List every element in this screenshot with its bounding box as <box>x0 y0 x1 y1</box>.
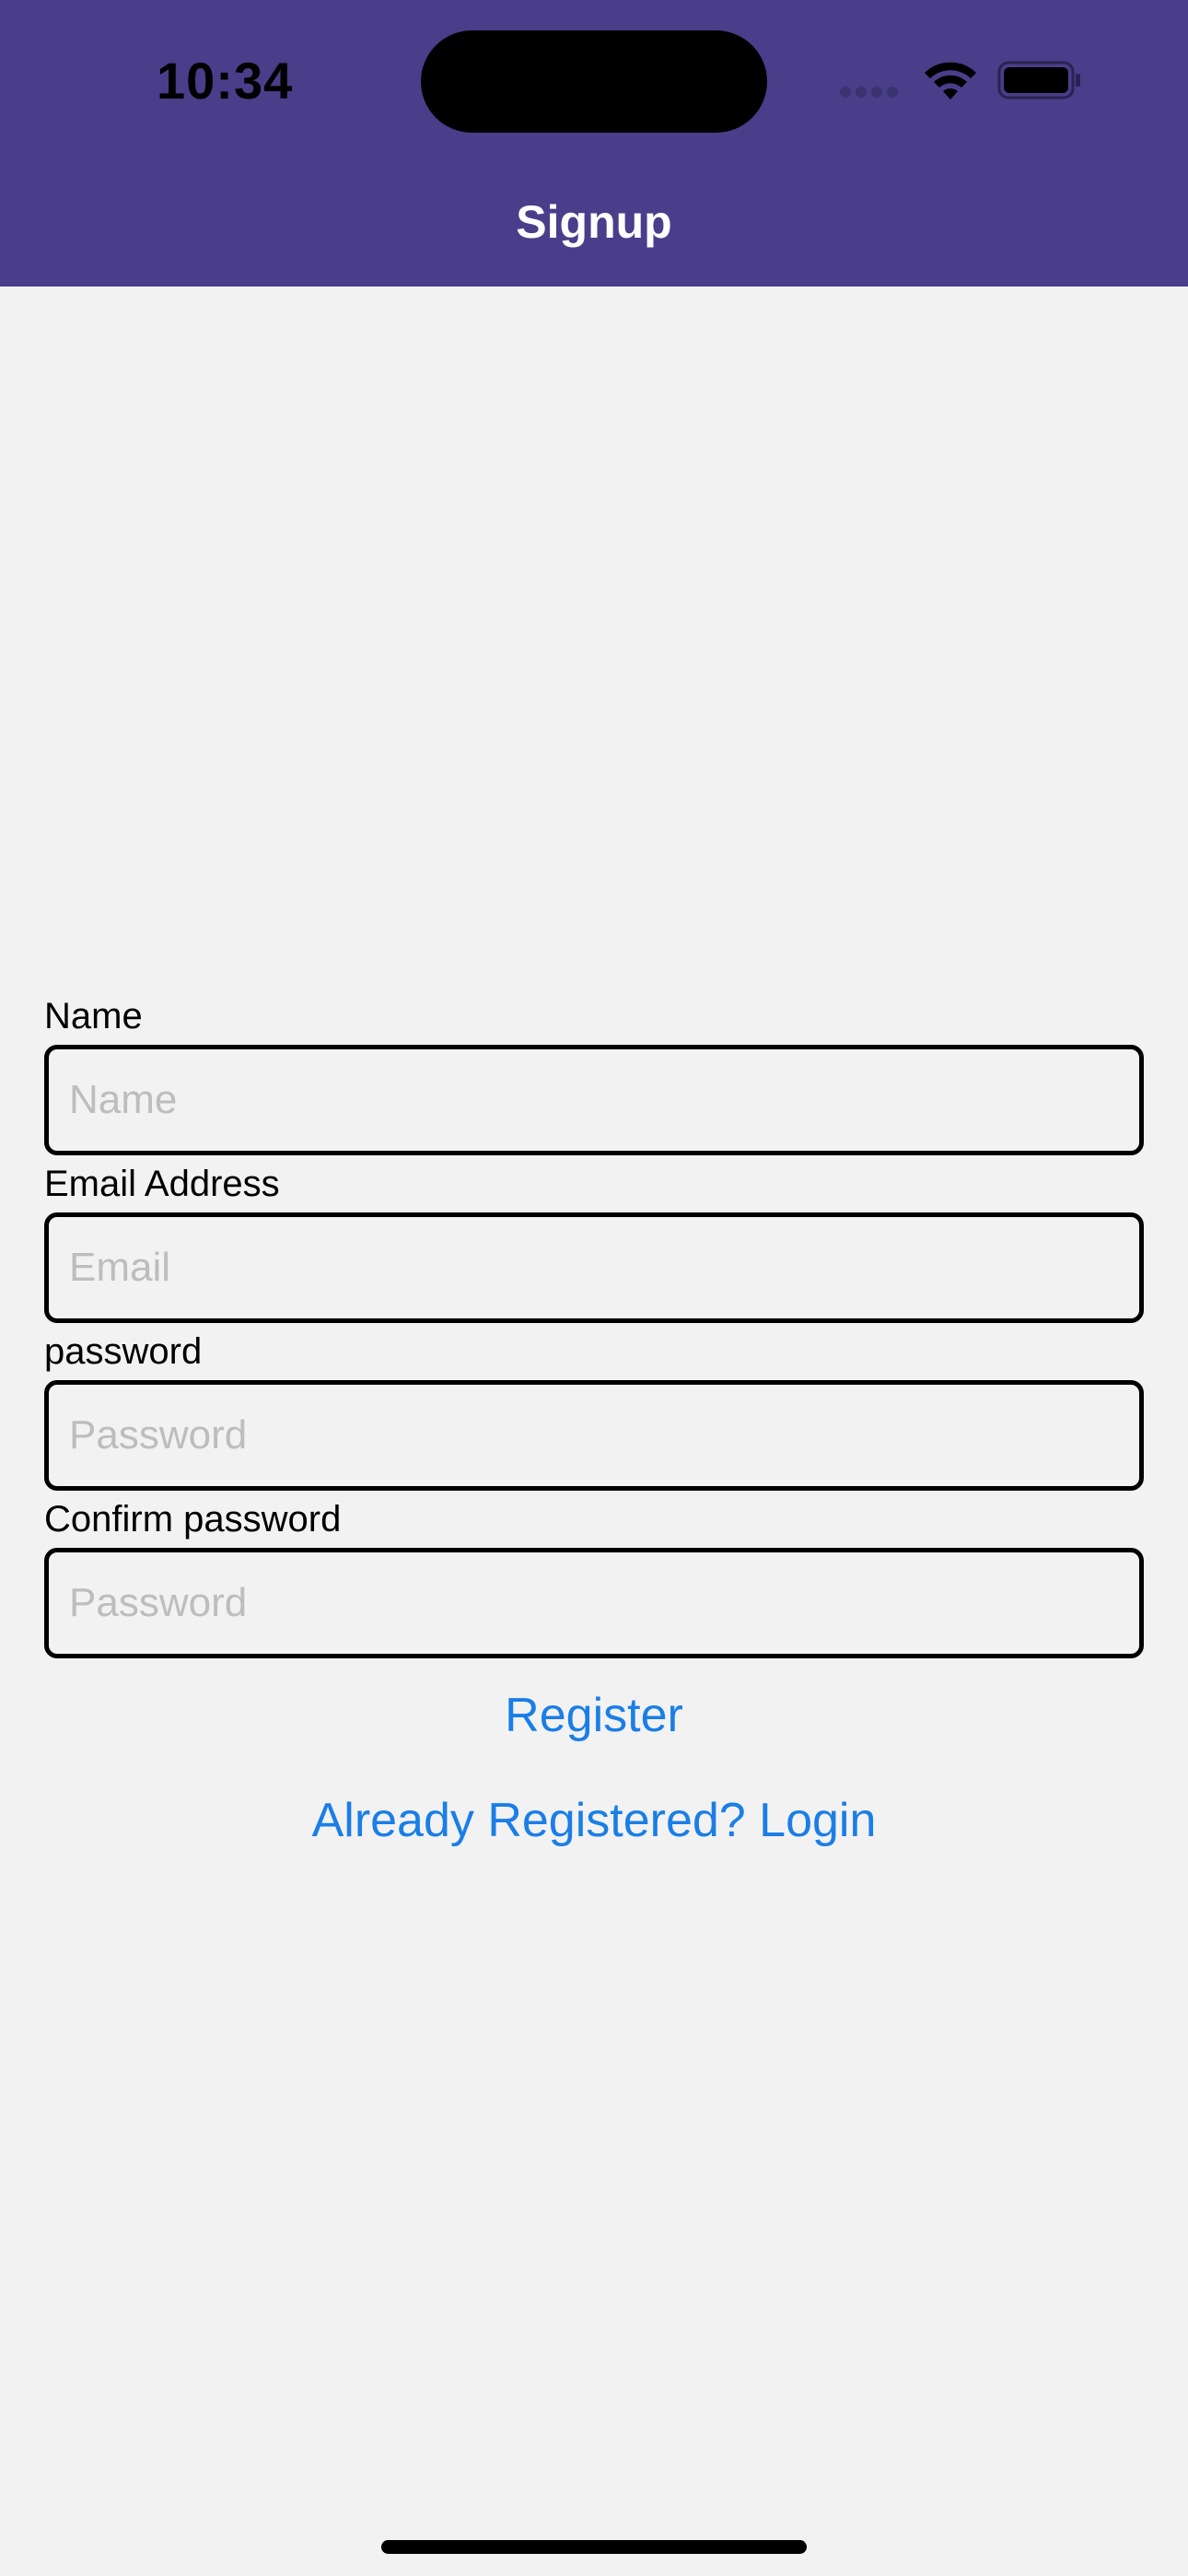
login-link[interactable]: Already Registered? Login <box>44 1787 1144 1854</box>
confirm-password-input[interactable] <box>44 1548 1144 1658</box>
password-label: password <box>44 1331 203 1372</box>
signup-form: Name Email Address password Confirm pass… <box>44 988 1144 1658</box>
home-indicator[interactable] <box>381 2540 807 2554</box>
name-label: Name <box>44 996 143 1036</box>
confirm-password-field-group: Confirm password <box>44 1491 1144 1658</box>
status-time: 10:34 <box>157 52 294 110</box>
page-title: Signup <box>516 196 672 248</box>
dynamic-island <box>421 30 767 133</box>
email-label: Email Address <box>44 1164 280 1204</box>
cellular-signal-icon <box>840 86 904 98</box>
password-input[interactable] <box>44 1380 1144 1491</box>
signup-screen: 10:34 Signup Name Email Address password <box>0 0 1188 2576</box>
name-input[interactable] <box>44 1045 1144 1155</box>
register-button[interactable]: Register <box>44 1682 1144 1749</box>
battery-icon <box>997 61 1080 100</box>
email-input[interactable] <box>44 1212 1144 1323</box>
wifi-icon <box>925 62 976 100</box>
password-field-group: password <box>44 1323 1144 1491</box>
name-field-group: Name <box>44 988 1144 1155</box>
email-field-group: Email Address <box>44 1155 1144 1323</box>
navigation-header: 10:34 Signup <box>0 0 1188 287</box>
confirm-password-label: Confirm password <box>44 1499 342 1540</box>
